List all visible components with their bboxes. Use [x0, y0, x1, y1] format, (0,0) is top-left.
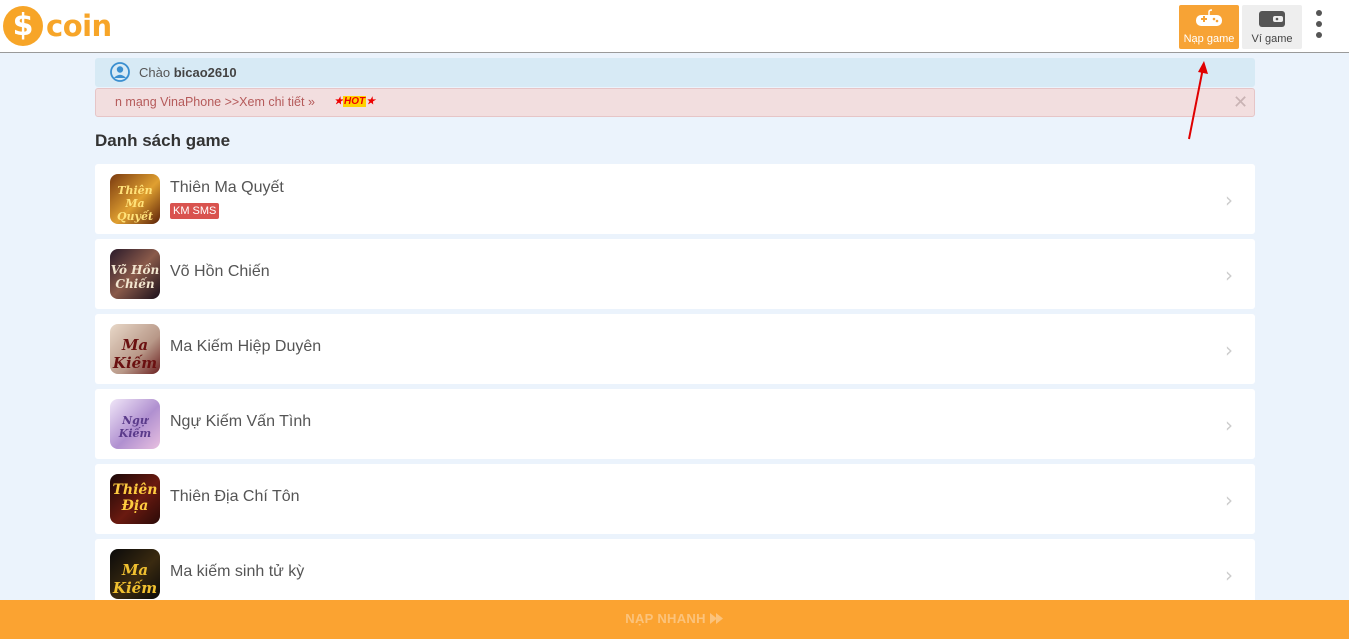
game-name: Võ Hồn Chiến	[170, 263, 270, 280]
coin-icon: $	[3, 6, 43, 46]
ma-kiem-sinh-tu-ky-icon: Ma Kiếm	[110, 549, 160, 599]
close-icon[interactable]: ✕	[1233, 92, 1248, 113]
promo-badge: KM SMS	[170, 203, 220, 219]
greeting-text: Chào bicao2610	[139, 65, 237, 80]
scoin-logo[interactable]: $ coin	[3, 5, 112, 47]
quick-topup-button[interactable]: NẠP NHANH	[625, 611, 723, 626]
ngu-kiem-van-tinh-icon: Ngự Kiếm	[110, 399, 160, 449]
vo-hon-chien-icon: Võ Hồn Chiến	[110, 249, 160, 299]
game-name: Ngự Kiếm Vấn Tình	[170, 413, 312, 430]
greeting-prefix: Chào	[139, 65, 171, 80]
notice-message[interactable]: n mạng VinaPhone >>Xem chi tiết »	[115, 95, 315, 109]
logo-text: coin	[46, 9, 112, 43]
greeting-bar: Chào bicao2610	[95, 58, 1255, 87]
chevron-right-icon: ›	[1225, 188, 1233, 212]
game-row[interactable]: Ma Kiếm Ma kiếm sinh tử kỳ ›	[95, 539, 1255, 609]
gamepad-icon	[1196, 9, 1222, 26]
game-row[interactable]: Võ Hồn Chiến Võ Hồn Chiến ›	[95, 239, 1255, 309]
chevron-right-icon: ›	[1225, 338, 1233, 362]
chevron-right-icon: ›	[1225, 413, 1233, 437]
game-row[interactable]: Thiên Ma Quyết Thiên Ma Quyết KM SMS ›	[95, 164, 1255, 234]
ma-kiem-hiep-duyen-icon: Ma Kiếm	[110, 324, 160, 374]
chevron-right-icon: ›	[1225, 263, 1233, 287]
annotation-arrow-icon	[1188, 61, 1208, 140]
vi-game-label: Ví game	[1251, 33, 1293, 45]
game-name: Ma kiếm sinh tử kỳ	[170, 563, 305, 580]
quick-topup-label: NẠP NHANH	[625, 611, 706, 626]
promo-notice: n mạng VinaPhone >>Xem chi tiết » ★HOT★ …	[95, 88, 1255, 117]
section-title: Danh sách game	[95, 131, 231, 150]
logo-symbol: $	[12, 8, 34, 43]
thien-ma-quyet-icon: Thiên Ma Quyết	[110, 174, 160, 224]
vi-game-button[interactable]: Ví game	[1242, 5, 1302, 49]
game-name: Thiên Địa Chí Tôn	[170, 488, 300, 505]
game-row[interactable]: Ngự Kiếm Ngự Kiếm Vấn Tình ›	[95, 389, 1255, 459]
double-chevron-right-icon	[709, 613, 723, 624]
game-name: Thiên Ma Quyết	[170, 179, 284, 196]
user-icon	[110, 62, 130, 82]
top-header: $ coin Nạp game Ví game	[0, 0, 1349, 53]
game-row[interactable]: Thiên Địa Thiên Địa Chí Tôn ›	[95, 464, 1255, 534]
game-row[interactable]: Ma Kiếm Ma Kiếm Hiệp Duyên ›	[95, 314, 1255, 384]
nap-game-button[interactable]: Nạp game	[1179, 5, 1239, 49]
more-menu-icon[interactable]	[1310, 10, 1328, 40]
game-name: Ma Kiếm Hiệp Duyên	[170, 338, 322, 355]
thien-dia-chi-ton-icon: Thiên Địa	[110, 474, 160, 524]
quick-topup-bar[interactable]: NẠP NHANH	[0, 600, 1349, 639]
nap-game-label: Nạp game	[1183, 33, 1235, 45]
hot-badge: ★HOT★	[334, 96, 376, 107]
chevron-right-icon: ›	[1225, 563, 1233, 587]
chevron-right-icon: ›	[1225, 488, 1233, 512]
hot-label: HOT	[342, 96, 367, 107]
username: bicao2610	[173, 65, 237, 80]
wallet-icon	[1259, 11, 1285, 27]
